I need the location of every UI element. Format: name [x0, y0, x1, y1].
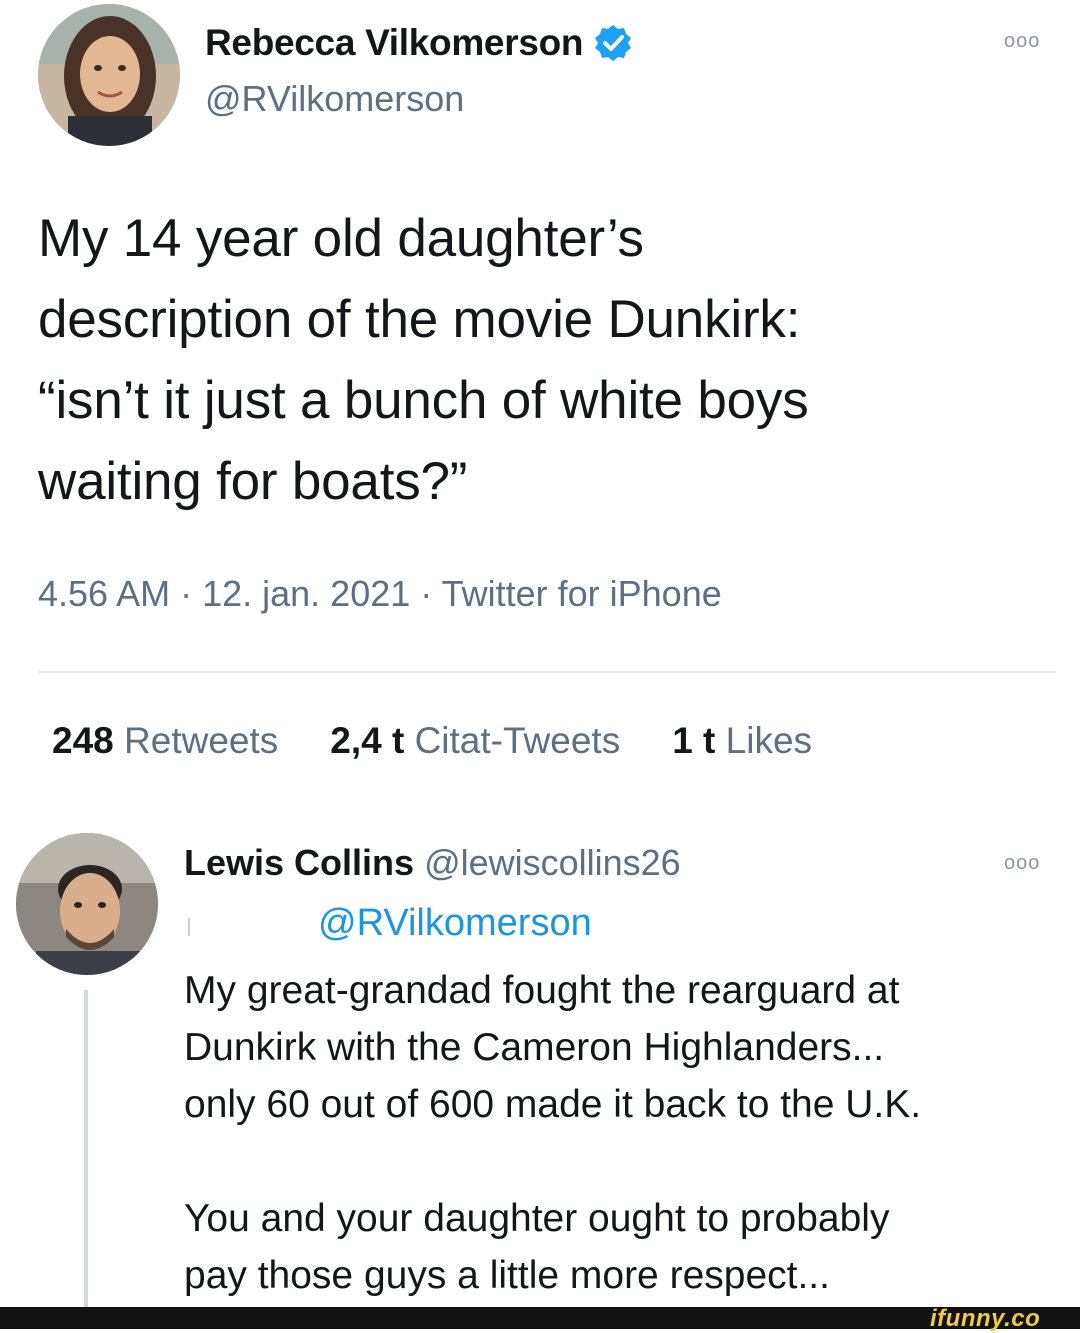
stat-number: 248 [52, 720, 114, 761]
tweet-text: My 14 year old daughter’s description of… [38, 209, 809, 511]
meta-separator: · [170, 573, 203, 614]
reply-text: My great-grandad fought the rearguard at… [184, 969, 922, 1297]
stat-number: 2,4 t [330, 720, 405, 761]
tweet-source[interactable]: Twitter for iPhone [442, 573, 722, 614]
verified-badge-icon [595, 25, 632, 61]
stat-label: Retweets [124, 720, 279, 761]
stat-retweets[interactable]: 248 Retweets [52, 720, 278, 762]
replying-to-marker [188, 918, 190, 936]
meta-separator: · [410, 573, 442, 614]
stat-quote-tweets[interactable]: 2,4 t Citat-Tweets [330, 720, 620, 762]
author-handle[interactable]: @RVilkomerson [205, 78, 464, 120]
tweet-stats: 248 Retweets 2,4 t Citat-Tweets 1 t Like… [52, 720, 864, 762]
reply-author-name[interactable]: Lewis Collins [184, 842, 414, 883]
more-options-icon[interactable]: ooo [1004, 30, 1040, 53]
replying-to-handle[interactable]: @RVilkomerson [318, 902, 592, 945]
author-name[interactable]: Rebecca Vilkomerson [205, 22, 584, 64]
stat-label: Citat-Tweets [414, 720, 621, 761]
divider [38, 671, 1056, 673]
thread-line [84, 990, 88, 1312]
stat-number: 1 t [672, 720, 716, 761]
stat-label: Likes [725, 720, 813, 761]
more-options-icon[interactable]: ooo [1004, 852, 1040, 875]
tweet-meta: 4.56 AM · 12. jan. 2021 · Twitter for iP… [38, 573, 722, 615]
reply-author-handle[interactable]: @lewiscollins26 [424, 842, 681, 883]
reply-author-avatar[interactable] [16, 833, 158, 975]
footer-bar [0, 1307, 1080, 1329]
tweet-date[interactable]: 12. jan. 2021 [202, 573, 410, 614]
tweet-time[interactable]: 4.56 AM [38, 573, 170, 614]
stat-likes[interactable]: 1 t Likes [672, 720, 812, 762]
author-name-row: Rebecca Vilkomerson [205, 22, 633, 64]
reply-name-row: Lewis Collins @lewiscollins26 [184, 842, 681, 884]
author-avatar[interactable] [38, 4, 180, 146]
